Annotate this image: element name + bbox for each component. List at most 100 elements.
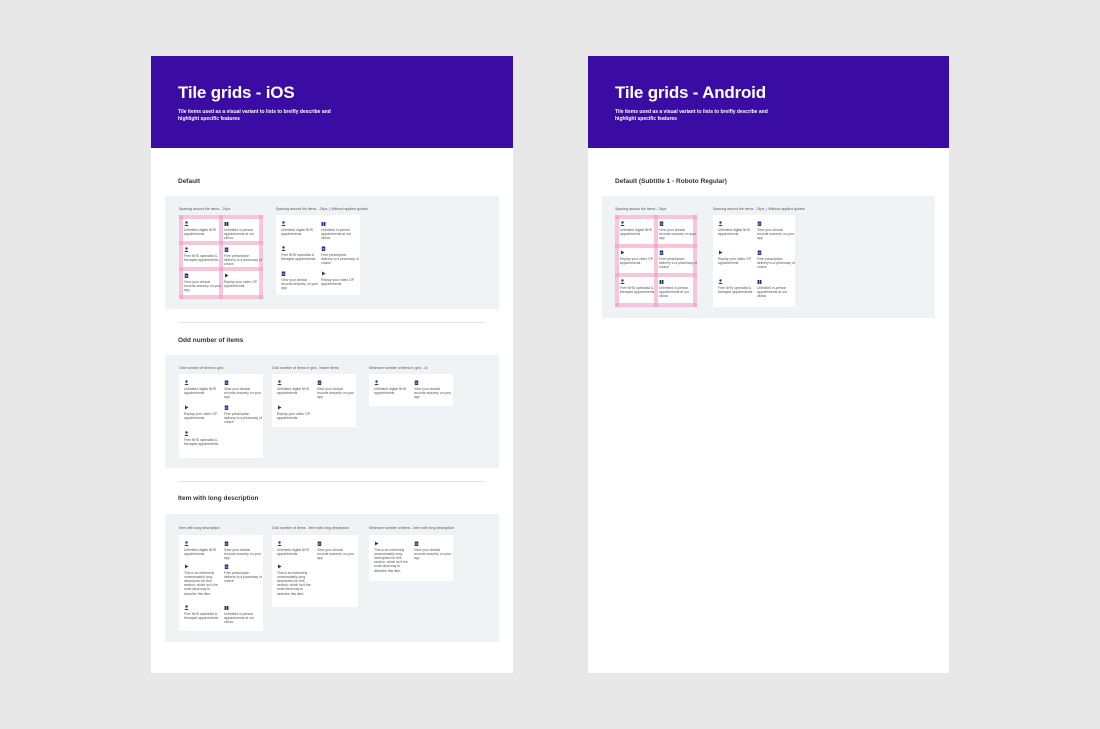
tile-grid-card: Unlimited digital NHS appointments View … (713, 215, 795, 307)
play-icon (184, 564, 189, 569)
tile-text: View your clinical records securely on y… (414, 547, 452, 560)
clipboard-icon (224, 247, 229, 252)
clipboard-icon (757, 221, 762, 226)
caption: Spacing around tile items - 24px (179, 207, 231, 211)
caption: Spacing around tile items - 24px, | With… (713, 207, 805, 211)
spacing-guide (615, 273, 697, 277)
tile-item: Unlimited digital NHS appointments (277, 380, 315, 395)
tile-text: Free prescription delivery to a pharmacy… (757, 256, 795, 269)
tile-text: View your clinical records securely on y… (281, 277, 319, 290)
tile-item: Unlimited in-person appointments at our … (321, 221, 359, 240)
building-icon (224, 221, 229, 226)
play-icon (184, 405, 189, 410)
tile-item: View your clinical records securely on y… (281, 271, 319, 290)
spacing-guide (615, 215, 697, 219)
person-icon (620, 221, 625, 226)
tile-item: Free prescription delivery to a pharmacy… (321, 246, 359, 265)
tile-text: Unlimited in-person appointments at our … (224, 227, 254, 240)
android-header: Tile grids - Android Tile items used as … (588, 56, 949, 148)
tile-item: Unlimited in-person appointments at our … (224, 605, 262, 624)
divider (178, 481, 485, 482)
building-icon (321, 221, 326, 226)
caption: Odd number of items in grid (179, 366, 224, 370)
section-title-default: Default (178, 178, 201, 185)
tile-item: Unlimited digital NHS appointments (620, 221, 658, 236)
tile-text: View your clinical records securely on y… (757, 227, 795, 240)
tile-item: View your clinical records securely on y… (659, 221, 697, 240)
tile-grid-card: Unlimited digital NHS appointments View … (615, 215, 697, 307)
tile-text: Free prescription delivery to a pharmacy… (659, 256, 697, 269)
caption: Item with long description (179, 526, 220, 530)
tile-text: Replay your video GP appointments (224, 279, 257, 288)
tile-text: Free NHS specialist & therapist appointm… (718, 285, 753, 294)
tile-item: Free NHS specialist & therapist appointm… (620, 279, 658, 294)
tile-item: Free prescription delivery to a pharmacy… (224, 405, 262, 424)
tile-text: Replay your video GP appointments (277, 411, 310, 420)
tile-text: Free prescription delivery to a pharmacy… (224, 253, 262, 266)
clipboard-icon (659, 221, 664, 226)
section-title-long: Item with long description (178, 495, 259, 502)
tile-item: Replay your video GP appointments (718, 250, 756, 265)
spacing-guide (179, 295, 263, 299)
tile-item: Free NHS specialist & therapist appointm… (281, 246, 319, 261)
tile-text: Unlimited digital NHS appointments (620, 227, 653, 236)
person-icon (620, 279, 625, 284)
person-icon (374, 380, 379, 385)
caption: Spacing around tile items - 24px (615, 207, 667, 211)
tile-text: This is an extremely unnecessarily long … (277, 570, 311, 596)
tile-item: Free NHS specialist & therapist appointm… (184, 431, 222, 446)
tile-item: This is an extremely unnecessarily long … (184, 564, 222, 596)
person-icon (718, 221, 723, 226)
spacing-guide (179, 215, 183, 299)
tile-item: View your clinical records securely on y… (757, 221, 795, 240)
tile-text: Unlimited digital NHS appointments (277, 547, 310, 556)
tile-text: Unlimited in-person appointments at our … (224, 611, 254, 624)
section-title-odd: Odd number of items (178, 337, 244, 344)
tile-text: Free prescription delivery to a pharmacy… (321, 252, 359, 265)
clipboard-icon (224, 541, 229, 546)
person-icon (184, 380, 189, 385)
clipboard-icon (321, 246, 326, 251)
long-panel: Item with long description Unlimited dig… (165, 514, 499, 642)
tile-grid-card: Unlimited digital NHS appointments View … (179, 374, 263, 458)
play-icon (718, 250, 723, 255)
page-title: Tile grids - iOS (178, 83, 295, 102)
tile-text: Unlimited digital NHS appointments (281, 227, 314, 236)
tile-item: View your clinical records securely on y… (414, 380, 452, 399)
clipboard-icon (414, 541, 419, 546)
person-icon (184, 221, 189, 226)
tile-text: Free NHS specialist & therapist appointm… (184, 437, 219, 446)
clipboard-icon (224, 405, 229, 410)
tile-item: Free prescription delivery to a pharmacy… (757, 250, 795, 269)
caption: Spacing around tile items - 24px, | With… (276, 207, 368, 211)
tile-item: This is an extremely unnecessarily long … (277, 564, 315, 596)
tile-item: Replay your video GP appointments (277, 405, 315, 420)
tile-item: View your clinical records securely on y… (317, 380, 355, 399)
tile-grid-card: Unlimited digital NHS appointments View … (369, 374, 453, 406)
clipboard-icon (414, 380, 419, 385)
building-icon (224, 605, 229, 610)
tile-item: Unlimited digital NHS appointments (374, 380, 412, 395)
tile-item: Free prescription delivery to a pharmacy… (224, 564, 262, 583)
clipboard-icon (757, 250, 762, 255)
tile-item: Unlimited in-person appointments at our … (224, 221, 262, 240)
building-icon (757, 279, 762, 284)
tile-item: Free prescription delivery to a pharmacy… (224, 247, 262, 266)
spacing-guide (615, 303, 697, 307)
tile-item: View your clinical records securely on y… (224, 541, 262, 560)
ios-header: Tile grids - iOS Tile items used as a vi… (151, 56, 513, 148)
person-icon (277, 541, 282, 546)
tile-text: Replay your video GP appointments (184, 411, 217, 420)
tile-item: View your clinical records securely on y… (414, 541, 452, 560)
tile-item: View your clinical records securely on y… (224, 380, 262, 399)
tile-text: Unlimited in-person appointments at our … (757, 285, 787, 298)
tile-text: Replay your video GP appointments (321, 277, 354, 286)
tile-text: Unlimited digital NHS appointments (184, 547, 217, 556)
clipboard-icon (184, 273, 189, 278)
section-title-default: Default (Subtitle 1 - Roboto Regular) (615, 178, 727, 185)
page-subtitle: Tile items used as a visual variant to l… (178, 109, 331, 122)
tile-text: View your clinical records securely on y… (224, 386, 262, 399)
play-icon (620, 250, 625, 255)
tile-item: Unlimited digital NHS appointments (184, 541, 222, 556)
tile-text: View your clinical records securely on y… (317, 547, 355, 560)
